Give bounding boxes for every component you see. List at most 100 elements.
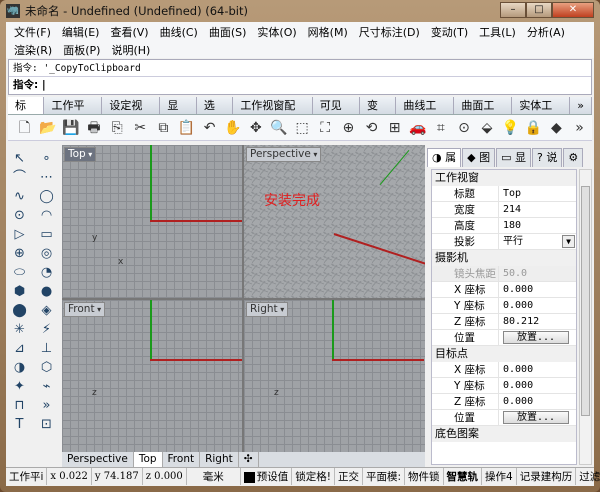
property-value[interactable]: 180 (498, 218, 576, 233)
property-value[interactable]: 0.000 (498, 298, 576, 313)
rotate-view-icon[interactable]: ✥ (245, 117, 266, 139)
viewport-label-right[interactable]: Right (246, 302, 289, 317)
property-value[interactable]: 0.000 (498, 282, 576, 297)
menu-item[interactable]: 编辑(E) (58, 24, 104, 42)
tool-icon[interactable]: ⬡ (33, 358, 60, 377)
property-value[interactable]: 平行 ▼ (498, 234, 576, 249)
menu-item[interactable]: 曲线(C) (156, 24, 202, 42)
property-value[interactable]: 80.212 (498, 314, 576, 329)
toolbar-tab[interactable]: 工作平面 (44, 97, 103, 130)
tool-icon[interactable]: T (6, 415, 33, 434)
status-units[interactable]: 毫米 (187, 468, 241, 485)
new-file-icon[interactable]: 🗋 (14, 117, 35, 139)
panel-tab[interactable]: ◆ 图 (462, 148, 496, 167)
status-toggle[interactable]: 操作4 (482, 468, 517, 485)
menu-item[interactable]: 网格(M) (304, 24, 352, 42)
command-input[interactable]: 指令: | (9, 77, 591, 94)
tool-icon[interactable]: ⌒ (6, 168, 33, 187)
property-value[interactable]: 0.000 (498, 394, 576, 409)
undo-view-icon[interactable]: ⟲ (361, 117, 382, 139)
menu-item[interactable]: 实体(O) (253, 24, 300, 42)
maximize-button[interactable]: □ (526, 2, 552, 18)
tool-icon[interactable]: ⊡ (33, 415, 60, 434)
grid-snap-icon[interactable]: ⌗ (430, 117, 451, 139)
status-toggle[interactable]: 过滤 (576, 468, 600, 485)
tool-icon[interactable]: ∘ (33, 149, 60, 168)
menu-item[interactable]: 面板(P) (59, 42, 104, 60)
status-toggle[interactable]: 锁定格! (292, 468, 335, 485)
four-viewports-icon[interactable]: ⊞ (384, 117, 405, 139)
status-toggle[interactable]: 正交 (335, 468, 363, 485)
toolbar-tab[interactable]: 显示 (160, 97, 197, 130)
paste-icon[interactable]: 📋 (176, 117, 197, 139)
property-value[interactable]: Top (498, 186, 576, 201)
tool-icon[interactable]: ⬤ (6, 301, 33, 320)
tool-icon[interactable]: ▭ (33, 225, 60, 244)
tool-icon[interactable]: ✳ (6, 320, 33, 339)
viewport-tab[interactable]: Right (200, 452, 239, 467)
tool-icon[interactable]: ⊙ (6, 206, 33, 225)
tool-icon[interactable]: ∿ (6, 187, 33, 206)
open-icon[interactable]: 📂 (37, 117, 58, 139)
tool-icon[interactable]: ⊕ (6, 244, 33, 263)
lock-icon[interactable]: 🔒 (523, 117, 544, 139)
status-cplane[interactable]: 工作平i (6, 468, 48, 485)
dropdown-arrow-icon[interactable]: ▼ (562, 235, 575, 248)
menu-item[interactable]: 文件(F) (10, 24, 55, 42)
render-icon[interactable]: ◆ (546, 117, 567, 139)
close-button[interactable]: ✕ (552, 2, 594, 18)
panel-tab[interactable]: ◑ 属 (427, 148, 462, 167)
viewport-tab[interactable]: Perspective (62, 452, 134, 467)
toolbar-tab[interactable]: 设定视图 (102, 97, 161, 130)
viewport-right[interactable]: z Right (244, 300, 425, 452)
menu-item[interactable]: 查看(V) (106, 24, 152, 42)
tool-icon[interactable]: ✦ (6, 377, 33, 396)
panel-tab[interactable]: ▭ 显 (496, 148, 531, 167)
viewport-front[interactable]: z Front (62, 300, 242, 452)
menu-item[interactable]: 变动(T) (427, 24, 472, 42)
viewport-label-top[interactable]: Top (64, 147, 97, 162)
light-icon[interactable]: 💡 (500, 117, 521, 139)
property-value[interactable]: 0.000 (498, 362, 576, 377)
import-icon[interactable]: ⎘ (107, 117, 128, 139)
tool-icon[interactable]: ⊓ (6, 396, 33, 415)
status-toggle[interactable]: 记录建构历 (517, 468, 577, 485)
viewport-perspective[interactable]: 安装完成 Perspective (244, 145, 425, 298)
select-icon[interactable]: ⬙ (477, 117, 498, 139)
toolbar-tab[interactable]: » (570, 97, 592, 114)
viewport-top[interactable]: y x Top (62, 145, 242, 298)
property-value[interactable]: 214 (498, 202, 576, 217)
toolbar-tab[interactable]: 曲线工具 (396, 97, 455, 130)
tool-icon[interactable]: ⊥ (33, 339, 60, 358)
status-toggle[interactable]: 平面模: (363, 468, 406, 485)
tool-icon[interactable]: ◎ (33, 244, 60, 263)
status-toggle[interactable]: 物件锁 (405, 468, 444, 485)
tool-icon[interactable]: ◔ (33, 263, 60, 282)
status-toggle[interactable]: 智慧轨 (444, 468, 483, 485)
gear-icon[interactable]: ⚙ (563, 148, 584, 167)
toolbar-tab[interactable]: 实体工具 (512, 97, 571, 130)
toolbar-tab[interactable]: 可见性 (312, 97, 360, 130)
property-value[interactable]: 放置... (498, 330, 576, 345)
zoom-selected-icon[interactable]: ⊕ (338, 117, 359, 139)
tool-icon[interactable]: ◠ (33, 206, 60, 225)
tool-icon[interactable]: ⬢ (6, 282, 33, 301)
viewport-tab[interactable]: Top (133, 452, 163, 467)
tool-icon[interactable]: ↖ (6, 149, 33, 168)
panel-tab[interactable]: ? 说 (531, 148, 563, 167)
toolbar-tab[interactable]: 曲面工具 (454, 97, 513, 130)
copy-icon[interactable]: ⧉ (153, 117, 174, 139)
viewport-label-front[interactable]: Front (64, 302, 106, 317)
tool-icon[interactable]: » (33, 396, 60, 415)
undo-icon[interactable]: ↶ (199, 117, 220, 139)
zoom-icon[interactable]: 🔍 (268, 117, 289, 139)
status-layer[interactable]: 预设值 (241, 468, 293, 485)
menu-item[interactable]: 说明(H) (107, 42, 154, 60)
tool-icon[interactable]: ◑ (6, 358, 33, 377)
tool-icon[interactable]: ⬭ (6, 263, 33, 282)
tool-icon[interactable]: ▷ (6, 225, 33, 244)
add-viewport-tab[interactable]: ✣ (239, 452, 259, 467)
tool-icon[interactable]: ⊿ (6, 339, 33, 358)
pan-icon[interactable]: ✋ (222, 117, 243, 139)
print-icon[interactable]: 🖶 (83, 117, 104, 139)
